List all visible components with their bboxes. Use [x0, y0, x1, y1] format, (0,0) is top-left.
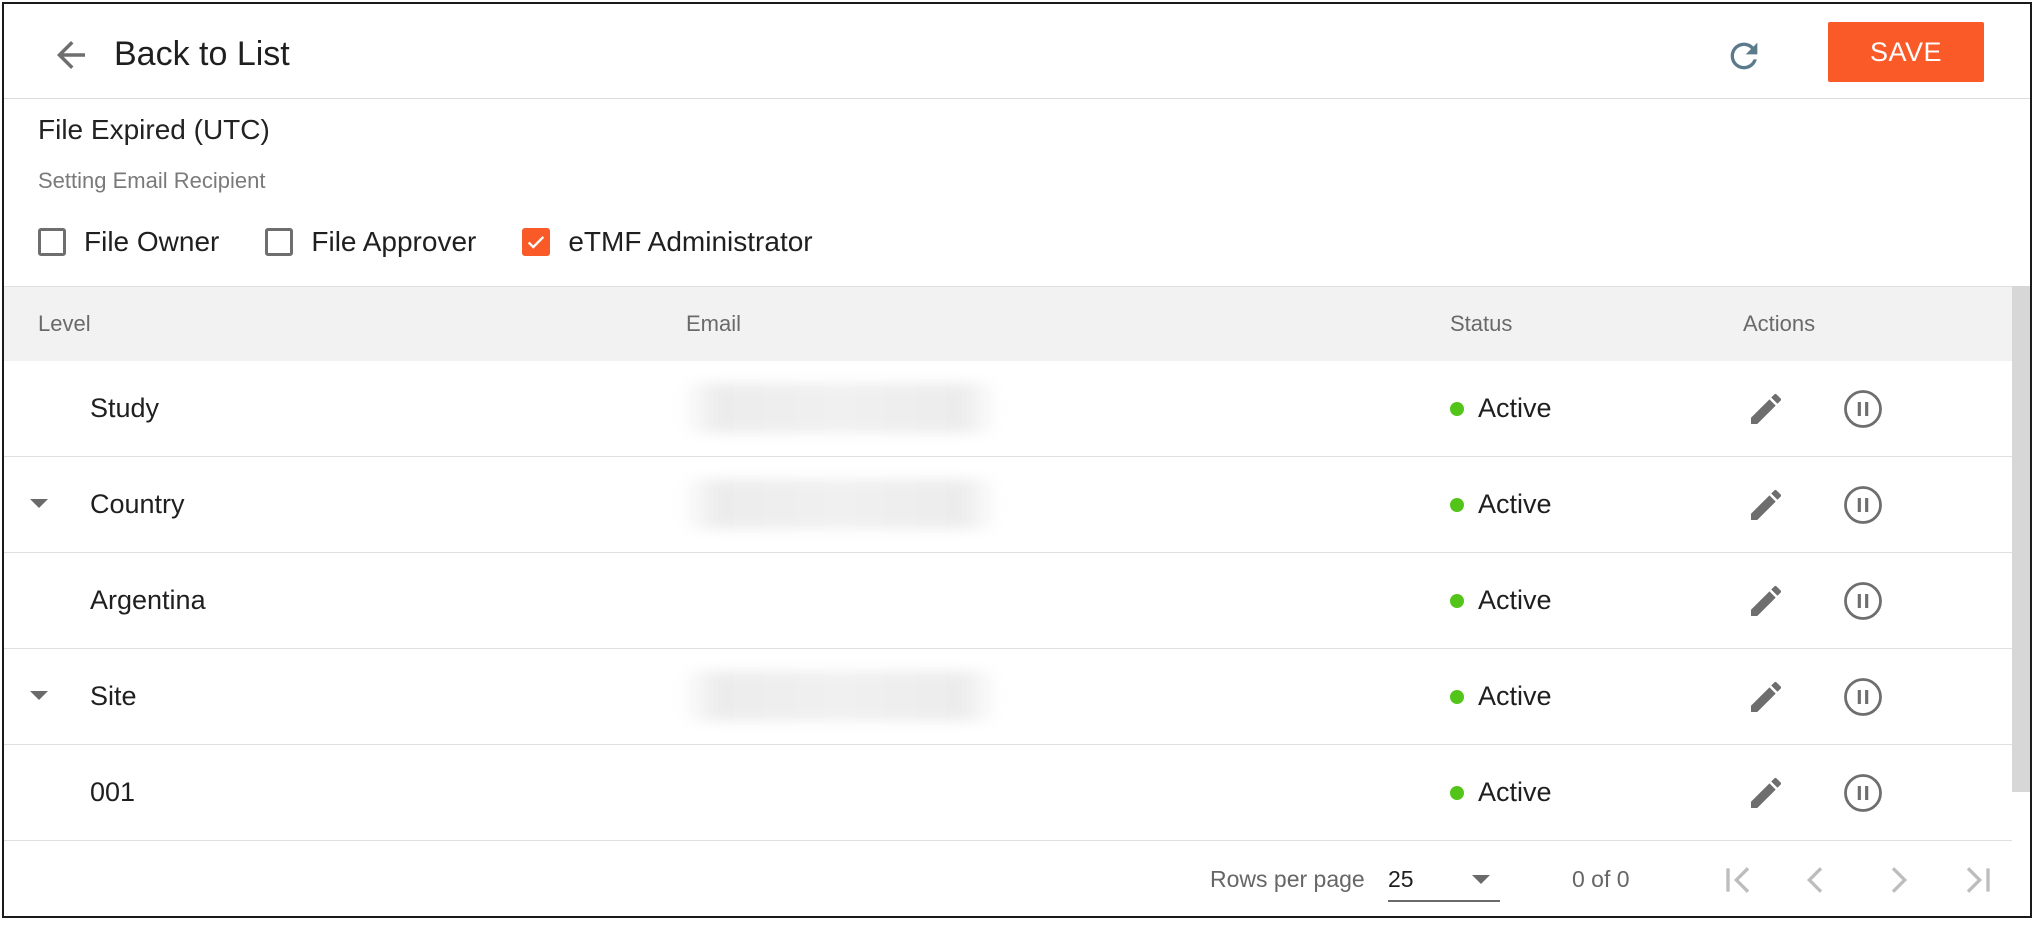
column-header-status: Status: [1450, 311, 1513, 336]
table-row: Site Active: [4, 649, 2012, 745]
rows-per-page-label: Rows per page: [1210, 866, 1365, 892]
column-header-email: Email: [686, 311, 742, 336]
pause-circle-icon[interactable]: [1842, 772, 1884, 814]
table-body: Study Active Country Active Argentina Active S…: [4, 361, 2012, 841]
email-redacted: [680, 383, 1000, 433]
top-bar: Back to List SAVE: [4, 4, 2030, 99]
table-row: Study Active: [4, 361, 2012, 457]
pencil-icon[interactable]: [1746, 485, 1786, 525]
cell-level: Argentina: [90, 585, 206, 615]
back-to-list-link[interactable]: Back to List: [114, 34, 290, 74]
status-dot: [1450, 401, 1464, 416]
status-cell: Active: [1450, 649, 1552, 744]
checkbox-label: File Approver: [311, 226, 477, 257]
status-cell: Active: [1450, 745, 1552, 840]
status-cell: Active: [1450, 553, 1552, 648]
pause-circle-icon[interactable]: [1842, 484, 1884, 526]
last-page-icon[interactable]: [1958, 860, 1998, 900]
pencil-icon[interactable]: [1746, 677, 1786, 717]
status-cell: Active: [1450, 361, 1552, 456]
status-text: Active: [1478, 489, 1552, 519]
refresh-icon[interactable]: [1724, 36, 1764, 76]
page-info: 0 of 0: [1572, 866, 1630, 892]
table-row: Argentina Active: [4, 553, 2012, 649]
checkbox-box[interactable]: [522, 228, 551, 256]
pause-circle-icon[interactable]: [1842, 676, 1884, 718]
checkbox-label: File Owner: [84, 226, 220, 257]
checkbox-file-approver[interactable]: File Approver: [265, 226, 476, 258]
first-page-icon[interactable]: [1718, 860, 1758, 900]
status-text: Active: [1478, 585, 1552, 615]
table-row: Country Active: [4, 457, 2012, 553]
email-redacted: [680, 479, 1000, 529]
checkbox-box[interactable]: [265, 228, 294, 256]
checkbox-label: eTMF Administrator: [568, 226, 813, 257]
status-text: Active: [1478, 681, 1552, 711]
cell-level: 001: [90, 777, 136, 807]
recipient-table: Level Email Status Actions Study Active Co…: [4, 286, 2012, 841]
status-cell: Active: [1450, 457, 1552, 552]
status-dot: [1450, 497, 1464, 512]
column-header-level: Level: [38, 311, 91, 336]
checkbox-file-owner[interactable]: File Owner: [38, 226, 219, 258]
email-redacted: [680, 671, 1000, 721]
pause-circle-icon[interactable]: [1842, 580, 1884, 622]
status-dot: [1450, 785, 1464, 800]
rows-per-page-select[interactable]: 25: [1388, 856, 1500, 902]
table-row: 001 Active: [4, 745, 2012, 841]
checkmark-icon: [528, 236, 545, 249]
caret-down-icon[interactable]: [30, 691, 48, 700]
section-subtitle: Setting Email Recipient: [38, 168, 266, 193]
section-title: File Expired (UTC): [38, 114, 270, 145]
pencil-icon[interactable]: [1746, 389, 1786, 429]
checkbox-box[interactable]: [38, 228, 66, 256]
checkbox-etmf-administrator[interactable]: eTMF Administrator: [522, 226, 813, 258]
column-header-actions: Actions: [1743, 311, 1816, 336]
vertical-scrollbar[interactable]: [2012, 286, 2030, 792]
pencil-icon[interactable]: [1746, 773, 1786, 813]
status-text: Active: [1478, 393, 1552, 423]
app-window: Back to List SAVE File Expired (UTC) Set…: [2, 2, 2032, 918]
cell-level: Study: [90, 393, 160, 423]
next-page-icon[interactable]: [1878, 860, 1918, 900]
pagination-bar: Rows per page 25 0 of 0: [4, 840, 2030, 916]
cell-level: Country: [90, 489, 185, 519]
caret-down-icon[interactable]: [30, 499, 48, 508]
prev-page-icon[interactable]: [1796, 860, 1836, 900]
status-dot: [1450, 593, 1464, 608]
rows-per-page-value: 25: [1388, 866, 1414, 892]
pencil-icon[interactable]: [1746, 581, 1786, 621]
pause-circle-icon[interactable]: [1842, 388, 1884, 430]
status-text: Active: [1478, 777, 1552, 807]
table-header: Level Email Status Actions: [4, 286, 2012, 361]
recipient-checkboxes: File Owner File Approver eTMF Administra…: [38, 224, 859, 260]
caret-down-icon: [1472, 875, 1490, 884]
save-button[interactable]: SAVE: [1828, 22, 1984, 82]
status-dot: [1450, 689, 1464, 704]
cell-level: Site: [90, 681, 137, 711]
arrow-left-icon[interactable]: [50, 34, 92, 76]
